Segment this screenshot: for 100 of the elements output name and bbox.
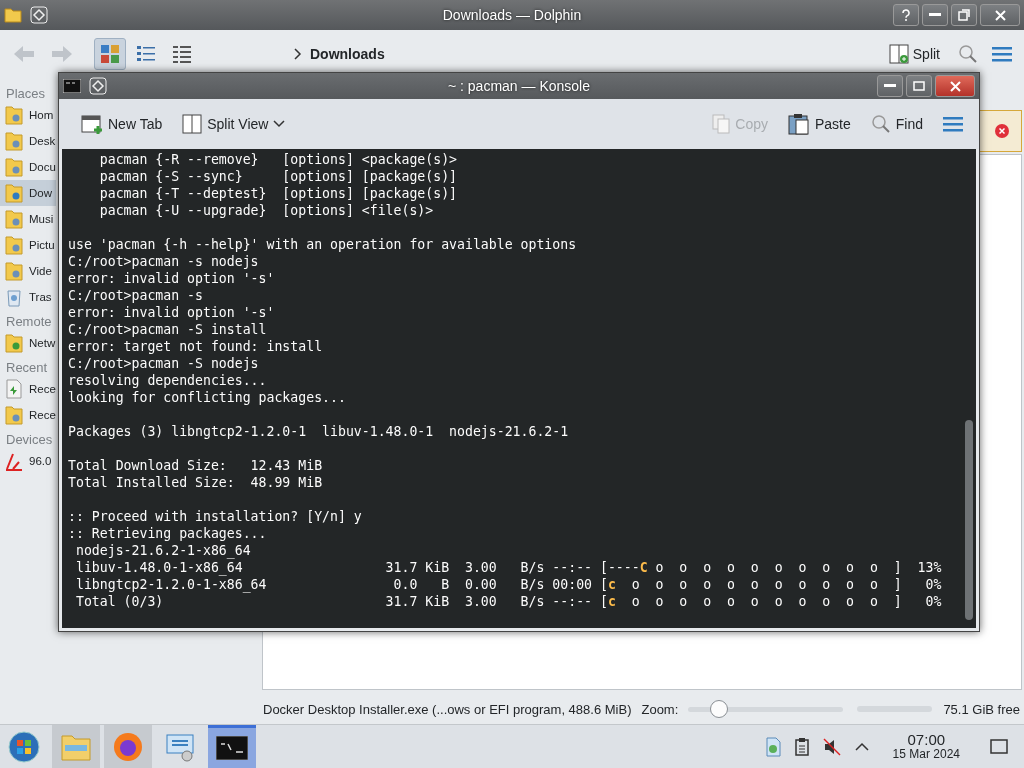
terminal-line: Total Download Size: 12.43 MiB (68, 457, 324, 474)
breadcrumb-location[interactable]: Downloads (310, 46, 385, 62)
folder-icon (4, 157, 24, 177)
search-icon (870, 114, 891, 134)
pin-icon[interactable] (89, 77, 107, 95)
terminal-line: error: invalid option '-s' (68, 270, 276, 287)
split-panes-icon (888, 44, 909, 64)
taskbar-button[interactable] (208, 725, 256, 768)
chevron-right-icon (294, 48, 302, 60)
trash-icon (4, 287, 24, 307)
show-desktop-icon[interactable] (990, 738, 1008, 755)
menu-icon (992, 46, 1012, 62)
terminal-line: use 'pacman {-h --help}' with an operation for available options (68, 236, 578, 253)
browser-icon (113, 731, 143, 762)
menu-icon (943, 116, 963, 132)
terminal-line: error: target not found: install (68, 338, 324, 355)
terminal-line: nodejs-21.6.2-1-x86_64 (74, 542, 252, 559)
window-title: ~ : pacman — Konsole (448, 78, 590, 94)
terminal-line: pacman {-S --sync} [options] [package(s)] (98, 168, 459, 185)
folder-icon (4, 183, 24, 203)
minimize-icon (884, 84, 896, 88)
chevron-up-icon[interactable] (854, 741, 869, 752)
close-icon (994, 9, 1006, 21)
folder-icon (4, 105, 24, 125)
terminal-line: C:/root>pacman -S install (68, 321, 268, 338)
maximize-button[interactable] (951, 4, 977, 26)
place-item[interactable]: Desk (0, 128, 56, 154)
terminal-icon (216, 736, 248, 760)
terminal-line: Packages (3) libngtcp2-1.2.0-1 libuv-1.48.0-1 nodejs-21.6.2-1 (68, 423, 570, 440)
terminal-line: C:/root>pacman -S nodejs (68, 355, 260, 372)
maximize-icon (958, 9, 970, 21)
place-item[interactable]: Hom (0, 102, 56, 128)
folder-icon[interactable] (4, 7, 22, 23)
list-icon (136, 44, 156, 64)
chevron-down-icon (273, 120, 286, 128)
back-arrow-icon (12, 44, 36, 64)
window-title: Downloads — Dolphin (442, 7, 582, 23)
drive-icon (4, 451, 24, 471)
place-item[interactable]: Rece (0, 376, 56, 402)
zoom-slider[interactable] (688, 700, 844, 718)
help-icon (901, 9, 911, 21)
error-icon[interactable] (995, 124, 1009, 138)
details-list-icon (172, 44, 192, 64)
terminal-line: Total Installed Size: 48.99 MiB (68, 474, 324, 491)
place-item[interactable]: Tras (0, 284, 56, 310)
folder-icon (4, 333, 24, 353)
maximize-button[interactable] (906, 75, 932, 97)
find-button[interactable]: Find (864, 110, 929, 138)
terminal-line: pacman {-U --upgrade} [options] <file(s)> (98, 202, 435, 219)
close-button[interactable] (980, 4, 1020, 26)
close-button[interactable] (935, 75, 975, 97)
terminal-line: resolving dependencies... (68, 372, 268, 389)
copy-icon (712, 114, 731, 134)
folder-icon (4, 209, 24, 229)
terminal-line: looking for conflicting packages... (68, 389, 347, 406)
minimize-button[interactable] (877, 75, 903, 97)
place-item[interactable]: Vide (0, 258, 56, 284)
terminal-icon[interactable] (63, 79, 81, 93)
clipboard-icon[interactable] (794, 737, 809, 756)
muted-speaker-icon[interactable] (822, 737, 841, 756)
section-heading: Places (5, 85, 47, 102)
folder-icon (4, 261, 24, 281)
terminal-line: :: Proceed with installation? [Y/n] y (68, 508, 363, 525)
terminal-line: C:/root>pacman -s nodejs (68, 253, 260, 270)
forward-arrow-icon (50, 44, 74, 64)
clock[interactable]: 07:00 15 Mar 2024 (892, 731, 960, 762)
place-item[interactable]: Dow (0, 180, 56, 206)
new-tab-icon (81, 113, 103, 135)
new-tab-button[interactable]: New Tab (75, 109, 169, 139)
place-item[interactable]: Rece (0, 402, 56, 428)
place-item[interactable]: Docu (0, 154, 56, 180)
free-space-label: 75.1 GiB free (943, 701, 1020, 717)
terminal-line: pacman {-T --deptest} [options] [package(s)] (98, 185, 459, 202)
section-heading: Remote (5, 313, 53, 330)
split-panes-icon (182, 114, 203, 134)
zoom-label: Zoom: (641, 701, 679, 717)
place-item[interactable]: Pictu (0, 232, 56, 258)
pin-icon[interactable] (30, 6, 48, 24)
folder-icon (61, 732, 91, 761)
place-item[interactable]: 96.0 (0, 448, 56, 474)
scrollbar-thumb[interactable] (965, 420, 973, 620)
close-icon (949, 80, 961, 92)
start-orb-icon (8, 730, 40, 763)
terminal-line: error: invalid option '-s' (68, 304, 276, 321)
taskbar-button[interactable] (104, 725, 152, 768)
minimize-button[interactable] (922, 4, 948, 26)
help-button[interactable] (893, 4, 919, 26)
paste-button[interactable]: Paste (781, 109, 857, 139)
place-item[interactable]: Netw (0, 330, 56, 356)
slider-handle[interactable] (710, 700, 729, 718)
terminal-line: pacman {-R --remove} [options] <package(s)> (98, 151, 459, 168)
section-heading: Recent (5, 359, 49, 376)
view-mode-button[interactable] (94, 38, 126, 70)
terminal-line: C:/root>pacman -s (68, 287, 204, 304)
search-icon (958, 44, 978, 64)
place-item[interactable]: Musi (0, 206, 56, 232)
folder-icon (4, 405, 24, 425)
split-button[interactable]: Split (884, 40, 944, 68)
progress-line: libuv-1.48.0-1-x86_64 31.7 KiB 3.00 B/s --:-- [----C o o o o o o o o o o ] 13% (74, 559, 943, 576)
split-view-button[interactable]: Split View (176, 110, 292, 138)
